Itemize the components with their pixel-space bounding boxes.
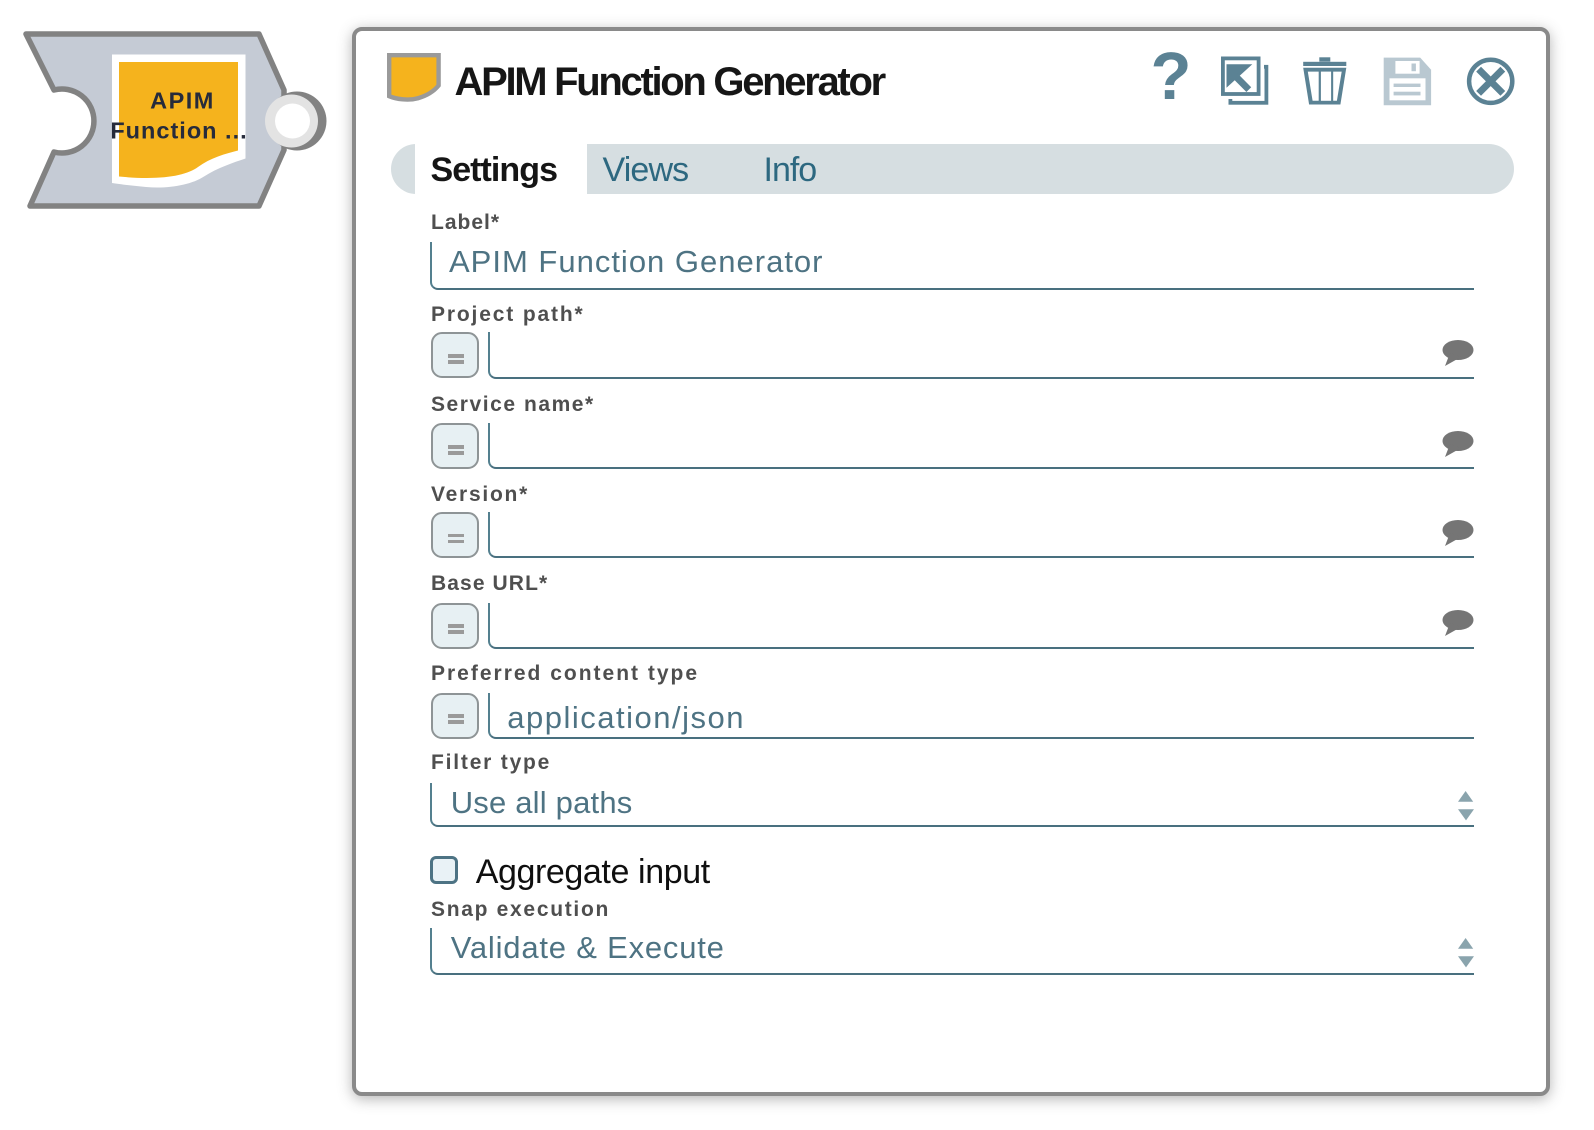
svg-text:APIM: APIM: [150, 88, 215, 114]
svg-text:Function ...: Function ...: [110, 118, 247, 144]
